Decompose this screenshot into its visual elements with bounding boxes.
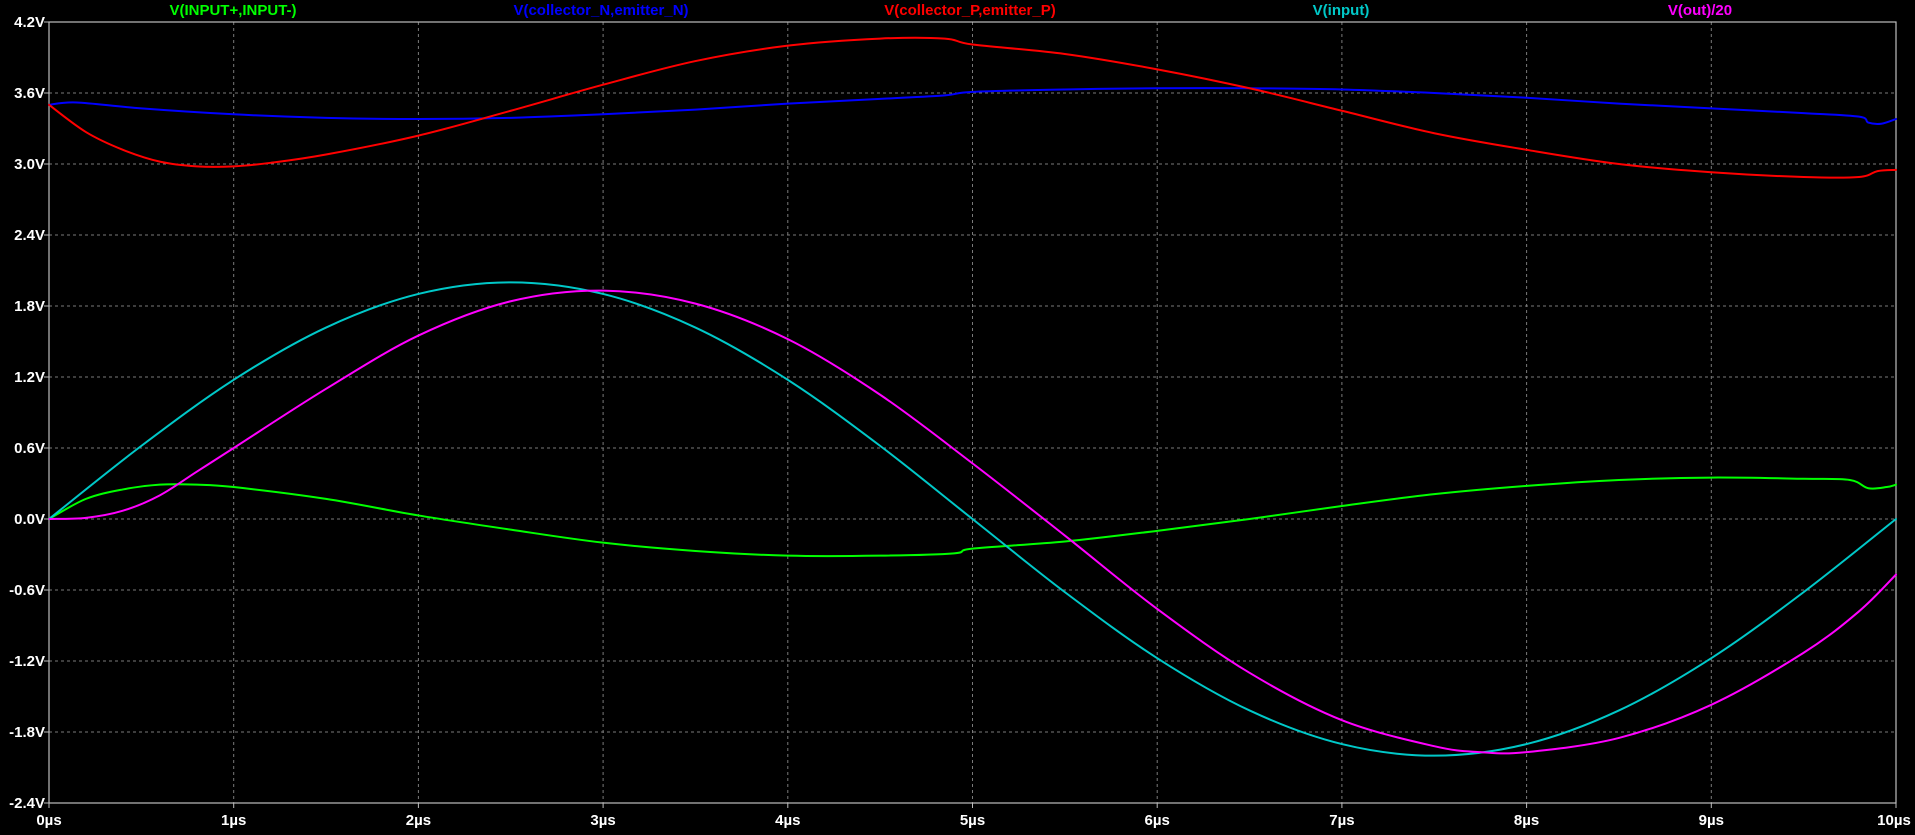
x-tick-label: 4µs [775,812,800,829]
legend-entry-1[interactable]: V(collector_N,emitter_N) [513,2,688,19]
y-tick-label: 2.4V [14,227,45,244]
waveform-plot[interactable]: 4.2V 3.6V 3.0V 2.4V 1.8V 1.2V 0.6V 0.0V -0.6V -1.… [0,0,1915,830]
x-tick-label: 5µs [960,812,985,829]
y-tick-label: 1.8V [14,298,45,315]
x-tick-label: 7µs [1329,812,1354,829]
legend-entry-3[interactable]: V(input) [1313,2,1370,19]
x-tick-label: 1µs [221,812,246,829]
legend-entry-0[interactable]: V(INPUT+,INPUT-) [169,2,296,19]
legend-entry-4[interactable]: V(out)/20 [1668,2,1732,19]
y-tick-label: 0.6V [14,440,45,457]
y-tick-label: 1.2V [14,369,45,386]
y-tick-label: 3.0V [14,156,45,173]
y-tick-label: 0.0V [14,511,45,528]
x-tick-label: 3µs [590,812,615,829]
x-tick-label: 6µs [1145,812,1170,829]
x-tick-label: 2µs [406,812,431,829]
y-tick-label: -2.4V [9,795,45,812]
y-tick-label: 4.2V [14,14,45,31]
x-tick-label: 8µs [1514,812,1539,829]
y-tick-label: -1.2V [9,653,45,670]
y-tick-label: -1.8V [9,724,45,741]
x-tick-label: 9µs [1699,812,1724,829]
x-tick-label: 0µs [36,812,61,829]
x-tick-label: 10µs [1877,812,1911,829]
legend-entry-2[interactable]: V(collector_P,emitter_P) [884,2,1055,19]
y-tick-label: 3.6V [14,85,45,102]
waveform-chart[interactable]: 4.2V 3.6V 3.0V 2.4V 1.8V 1.2V 0.6V 0.0V -0.6V -1.… [0,0,1915,830]
y-tick-label: -0.6V [9,582,45,599]
